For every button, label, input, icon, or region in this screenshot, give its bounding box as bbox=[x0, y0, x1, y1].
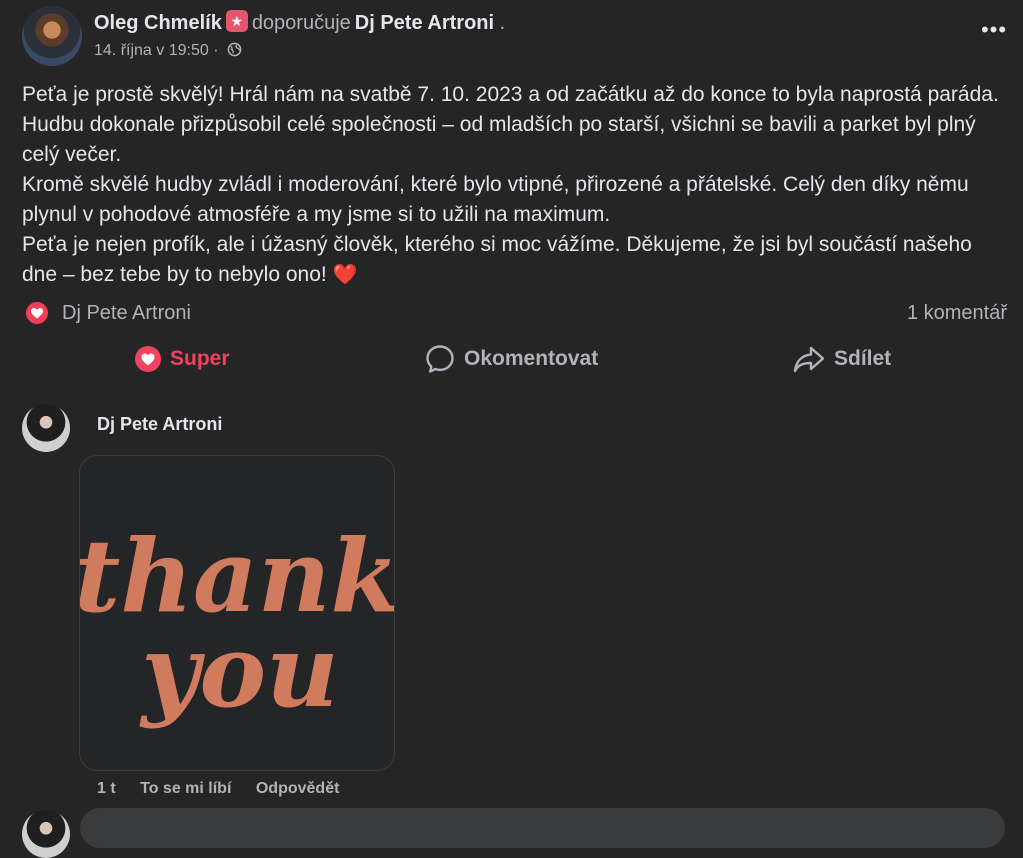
comment-bubble-icon bbox=[426, 345, 454, 373]
reply-input[interactable] bbox=[80, 808, 1005, 848]
share-arrow-icon bbox=[793, 346, 825, 373]
love-reaction-icon bbox=[135, 346, 161, 372]
post-paragraph: Peťa je prostě skvělý! Hrál nám na svatb… bbox=[22, 83, 999, 166]
current-user-avatar bbox=[22, 810, 70, 858]
reactions-summary: Dj Pete Artroni 1 komentář bbox=[22, 298, 1007, 330]
post-paragraph: Kromě skvělé hudby zvládl i moderování, … bbox=[22, 173, 969, 226]
reaction-names[interactable]: Dj Pete Artroni bbox=[62, 302, 191, 325]
super-button[interactable]: Super bbox=[134, 336, 230, 382]
comment-time[interactable]: 1 t bbox=[97, 780, 116, 797]
post-paragraph-text: Peťa je nejen profík, ale i úžasný člově… bbox=[22, 233, 972, 286]
recommends-label: doporučuje bbox=[251, 12, 351, 34]
post-body: Peťa je prostě skvělý! Hrál nám na svatb… bbox=[22, 80, 1002, 290]
trailing-dot: . bbox=[499, 12, 506, 34]
more-options-button[interactable]: ••• bbox=[976, 19, 1012, 44]
recommend-badge-icon: ★ bbox=[225, 10, 248, 32]
author-name[interactable]: Oleg Chmelík bbox=[94, 12, 222, 34]
comment-button[interactable]: Okomentovat bbox=[424, 336, 598, 382]
commenter-avatar[interactable] bbox=[22, 404, 70, 452]
sticker-image: thank you bbox=[80, 517, 394, 730]
comment-author[interactable]: Dj Pete Artroni bbox=[97, 414, 222, 435]
comment-reply-link[interactable]: Odpovědět bbox=[256, 780, 340, 797]
comment-label: Okomentovat bbox=[464, 347, 599, 370]
meta-separator: · bbox=[213, 42, 219, 59]
super-label: Super bbox=[170, 347, 230, 370]
share-label: Sdílet bbox=[834, 347, 892, 370]
share-button[interactable]: Sdílet bbox=[792, 336, 891, 382]
heart-emoji: ❤️ bbox=[332, 264, 358, 286]
post-paragraph: Peťa je nejen profík, ale i úžasný člově… bbox=[22, 230, 1002, 290]
sticker-word: you bbox=[139, 612, 339, 730]
love-reaction-icon[interactable] bbox=[24, 300, 50, 326]
post-meta: 14. října v 19:50 · bbox=[94, 42, 242, 60]
globe-icon bbox=[227, 42, 242, 57]
post-timestamp[interactable]: 14. října v 19:50 bbox=[94, 42, 209, 59]
post-header: Oleg Chmelík ★ doporučuje Dj Pete Artroni .… bbox=[22, 6, 1012, 66]
thank-you-sticker[interactable]: thank you bbox=[79, 455, 395, 771]
author-line: Oleg Chmelík ★ doporučuje Dj Pete Artroni . bbox=[94, 10, 505, 35]
comment-count[interactable]: 1 komentář bbox=[907, 302, 1007, 325]
author-avatar[interactable] bbox=[22, 6, 82, 66]
action-bar: Super Okomentovat Sdílet bbox=[22, 336, 1007, 382]
comment-meta: 1 t To se mi líbí Odpovědět bbox=[97, 780, 359, 798]
comment-like-link[interactable]: To se mi líbí bbox=[140, 780, 231, 797]
page-name-link[interactable]: Dj Pete Artroni bbox=[355, 12, 494, 34]
